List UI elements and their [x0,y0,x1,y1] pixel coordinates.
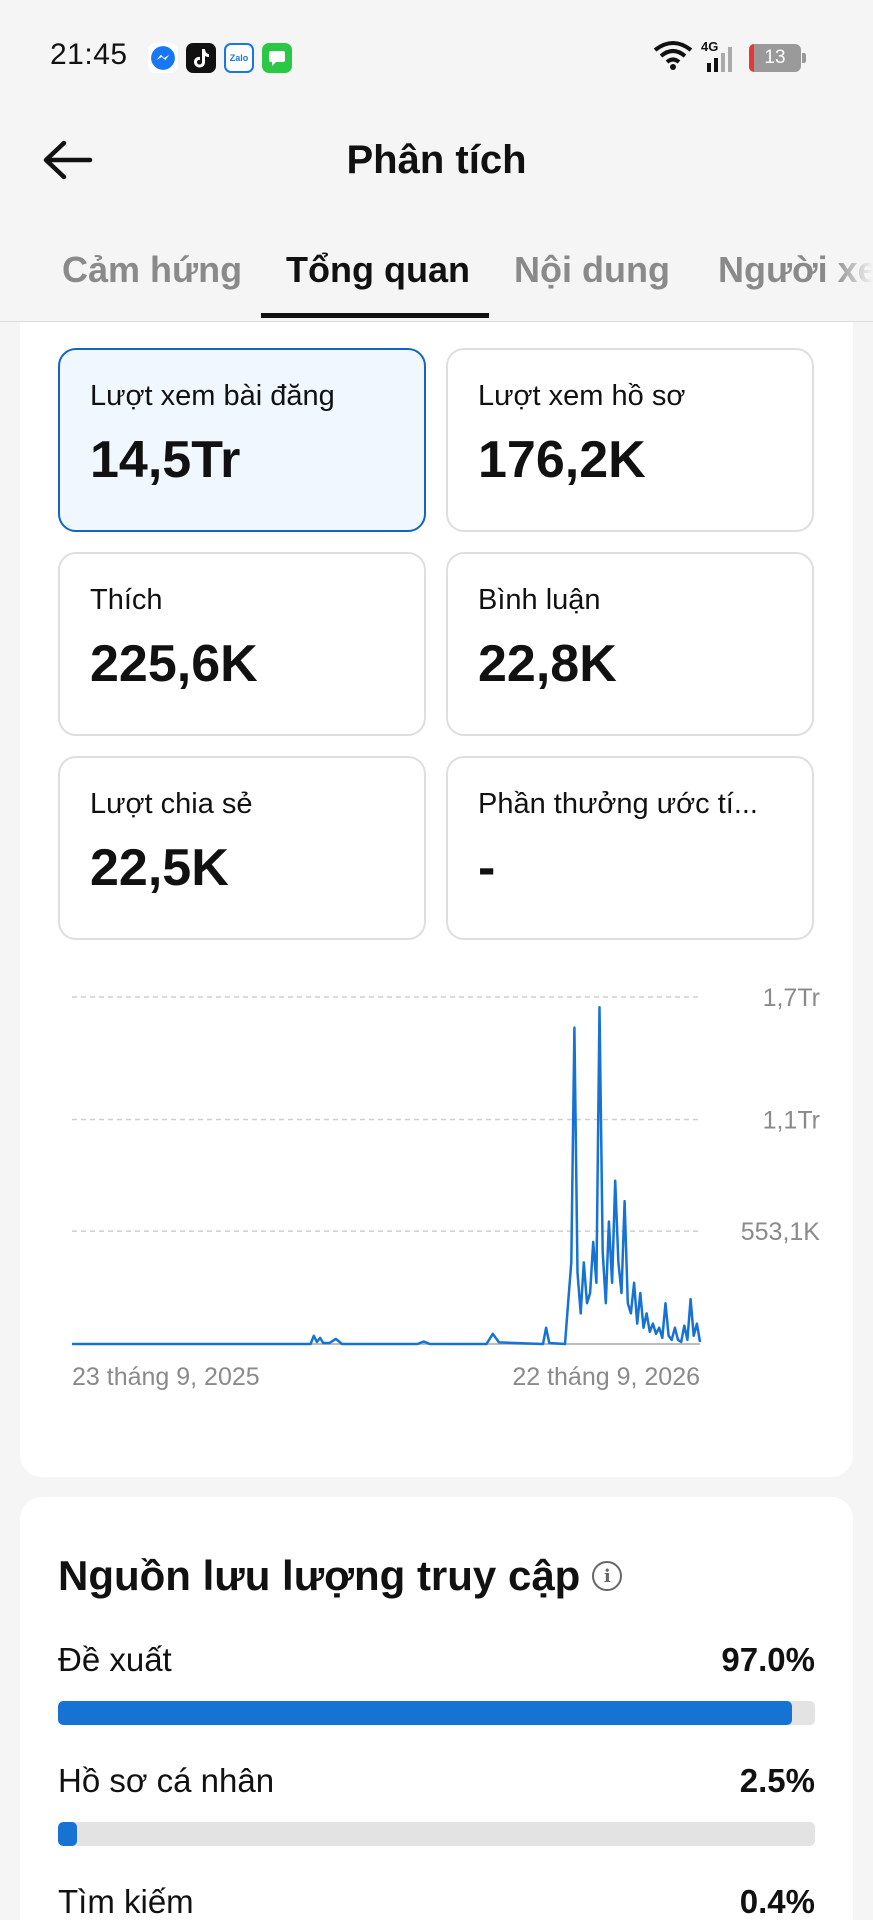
metric-post-views[interactable]: Lượt xem bài đăng 14,5Tr [58,348,426,532]
metric-value: 14,5Tr [90,431,241,489]
source-bar-track [58,1822,815,1846]
chart-x-tick-label: 22 tháng 9, 2026 [512,1363,700,1391]
source-percent: 2.5% [739,1762,815,1799]
status-time: 21:45 [50,38,128,71]
metric-label: Phần thưởng ước tí... [478,788,758,820]
traffic-source-row: Đề xuất 97.0% [58,1641,815,1741]
source-percent: 0.4% [739,1883,815,1920]
metric-value: 225,6K [90,635,258,693]
metric-profile-views[interactable]: Lượt xem hồ sơ 176,2K [446,348,814,532]
messages-icon [262,43,292,73]
metric-value: 176,2K [478,431,646,489]
metric-label: Lượt xem hồ sơ [478,380,686,412]
messenger-icon [148,43,178,73]
traffic-title: Nguồn lưu lượng truy cập [58,1552,581,1599]
tab-bar-fade [833,225,873,321]
overview-card: Lượt xem bài đăng 14,5Tr Lượt xem hồ sơ … [20,322,853,1477]
metric-label: Lượt chia sẻ [90,788,253,820]
metric-label: Bình luận [478,584,601,616]
traffic-source-row: Hồ sơ cá nhân 2.5% [58,1762,815,1862]
metric-value: 22,5K [90,839,229,897]
active-tab-indicator [261,313,489,318]
chart-y-tick-label: 1,7Tr [763,984,820,1012]
metric-estimated-rewards[interactable]: Phần thưởng ước tí... - [446,756,814,940]
status-bar: 21:45 Zalo 4G 13 [0,0,873,110]
app-header: Phân tích [0,110,873,220]
status-indicators: 4G 13 [653,39,806,75]
source-percent: 97.0% [721,1641,815,1678]
page-title: Phân tích [346,138,527,182]
tiktok-icon [186,43,216,73]
source-label: Tìm kiếm [58,1883,194,1920]
metric-value: - [478,839,496,897]
metric-shares[interactable]: Lượt chia sẻ 22,5K [58,756,426,940]
source-bar-fill [58,1701,793,1725]
metric-value: 22,8K [478,635,617,693]
source-bar-fill [58,1822,77,1846]
traffic-sources-card: Nguồn lưu lượng truy cập i Đề xuất 97.0%… [20,1497,853,1920]
chart-series-line [72,1005,702,1346]
cellular-signal-icon: 4G [701,39,741,73]
chart-y-tick-label: 1,1Tr [763,1106,820,1134]
traffic-title-row: Nguồn lưu lượng truy cập i [58,1552,623,1600]
tab-inspiration[interactable]: Cảm hứng [62,249,242,291]
metric-comments[interactable]: Bình luận 22,8K [446,552,814,736]
metric-likes[interactable]: Thích 225,6K [58,552,426,736]
metric-label: Lượt xem bài đăng [90,380,335,412]
views-chart-svg: 553,1K 1,1Tr 1,7Tr 23 tháng 9, 2025 22 tháng… [72,984,821,1391]
traffic-source-row: Tìm kiếm 0.4% [58,1883,815,1920]
status-app-icons: Zalo [148,43,292,73]
battery-icon: 13 [749,43,806,72]
tab-overview[interactable]: Tổng quan [286,249,470,291]
tab-content[interactable]: Nội dung [514,249,670,291]
info-icon[interactable]: i [592,1561,623,1591]
source-label: Hồ sơ cá nhân [58,1762,275,1799]
source-label: Đề xuất [58,1641,172,1678]
source-bar-track [58,1701,815,1725]
tab-bar: Cảm hứng Tổng quan Nội dung Người xem [0,225,873,322]
zalo-icon: Zalo [224,43,254,73]
views-chart[interactable]: 553,1K 1,1Tr 1,7Tr 23 tháng 9, 2025 22 tháng… [60,972,840,1392]
chart-x-tick-label: 23 tháng 9, 2025 [72,1363,260,1391]
wifi-icon [653,40,693,75]
metric-label: Thích [90,584,163,616]
chart-y-tick-label: 553,1K [741,1218,821,1246]
